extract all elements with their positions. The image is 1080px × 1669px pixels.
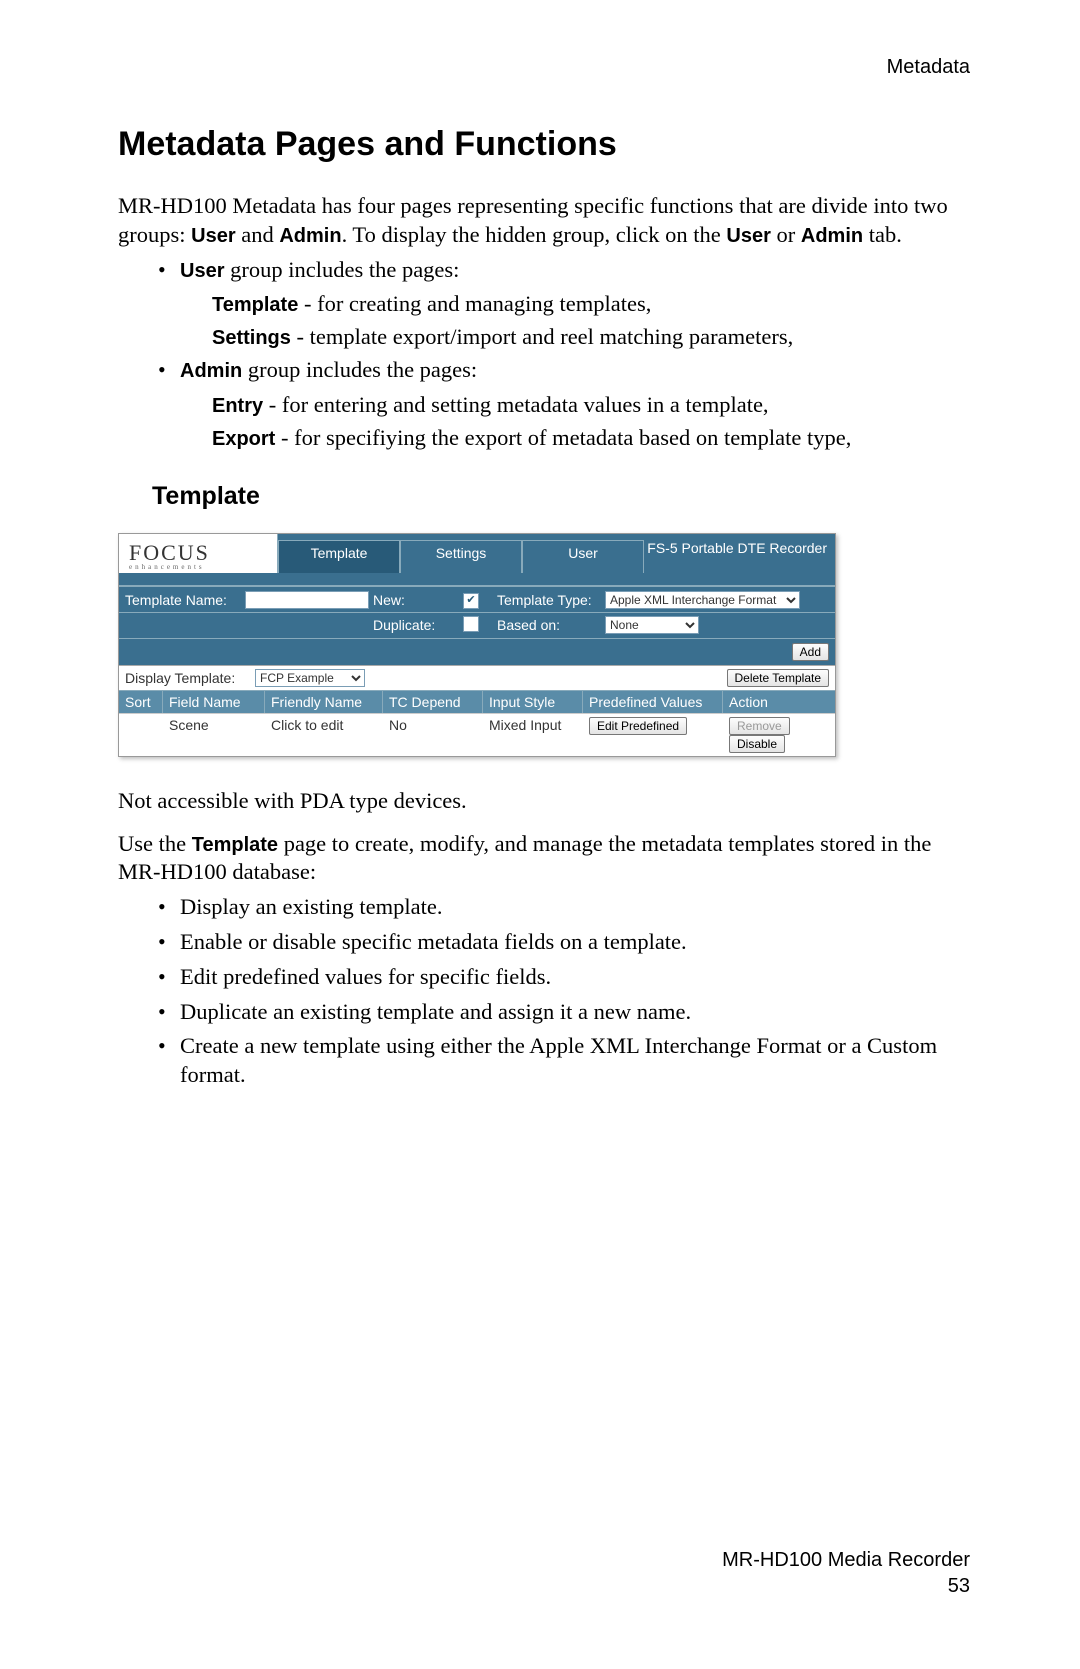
select-based-on[interactable]: None	[605, 616, 699, 634]
label-template-name: Template Name:	[125, 592, 245, 608]
footer-title: MR-HD100 Media Recorder	[722, 1547, 970, 1573]
edit-predefined-button[interactable]: Edit Predefined	[589, 717, 687, 735]
cell-action: Remove Disable	[723, 714, 835, 756]
sub-bold: Entry	[212, 395, 263, 417]
intro-bold-user-2: User	[726, 225, 770, 247]
col-tc-depend: TC Depend	[383, 691, 483, 713]
col-action: Action	[723, 691, 835, 713]
cell-predefined: Edit Predefined	[583, 714, 723, 756]
sub-text: - template export/import and reel matchi…	[291, 324, 793, 349]
list-item: Display an existing template.	[180, 893, 970, 922]
tab-template[interactable]: Template	[278, 540, 400, 573]
para-text: Use the	[118, 831, 192, 856]
para-bold: Template	[192, 834, 278, 856]
col-field-name: Field Name	[163, 691, 265, 713]
sub-bold: Template	[212, 294, 298, 316]
disable-button[interactable]: Disable	[729, 735, 785, 753]
focus-logo: FOCUS enhancements	[119, 534, 278, 573]
input-template-name[interactable]	[245, 591, 369, 609]
bullet-bold: User	[180, 260, 224, 282]
cell-friendly-name[interactable]: Click to edit	[265, 714, 383, 756]
bullet-bold: Admin	[180, 360, 242, 382]
list-item: Enable or disable specific metadata fiel…	[180, 928, 970, 957]
sub-entry: Entry - for entering and setting metadat…	[212, 391, 970, 420]
logo-text: FOCUS	[129, 540, 210, 565]
bullet-admin-group: Admin group includes the pages:	[180, 356, 970, 385]
checkbox-new[interactable]: ✔	[463, 593, 479, 609]
intro-text: and	[236, 222, 280, 247]
list-item: Create a new template using either the A…	[180, 1032, 970, 1090]
table-header: Sort Field Name Friendly Name TC Depend …	[119, 690, 835, 713]
list-item: Edit predefined values for specific fiel…	[180, 963, 970, 992]
tab-settings[interactable]: Settings	[400, 540, 522, 573]
note-pda: Not accessible with PDA type devices.	[118, 787, 970, 816]
intro-bold-admin-2: Admin	[801, 225, 863, 247]
sub-export: Export - for specifiying the export of m…	[212, 424, 970, 453]
col-predefined: Predefined Values	[583, 691, 723, 713]
col-sort: Sort	[119, 691, 163, 713]
cell-input-style: Mixed Input	[483, 714, 583, 756]
cell-tc-depend: No	[383, 714, 483, 756]
sub-text: - for creating and managing templates,	[298, 291, 651, 316]
sub-text: - for specifiying the export of metadata…	[275, 425, 851, 450]
intro-bold-admin: Admin	[279, 225, 341, 247]
intro-text: . To display the hidden group, click on …	[342, 222, 727, 247]
template-ui-screenshot: FOCUS enhancements Template Settings Use…	[118, 533, 836, 757]
device-label: FS-5 Portable DTE Recorder	[644, 534, 835, 573]
cell-field-name: Scene	[163, 714, 265, 756]
col-input-style: Input Style	[483, 691, 583, 713]
add-button[interactable]: Add	[792, 643, 829, 661]
subsection-title: Template	[152, 482, 970, 511]
footer-page-number: 53	[722, 1573, 970, 1599]
page-footer: MR-HD100 Media Recorder 53	[722, 1547, 970, 1599]
intro-text: or	[771, 222, 801, 247]
sub-settings: Settings - template export/import and re…	[212, 323, 970, 352]
bullet-text: group includes the pages:	[224, 257, 459, 282]
label-new: New:	[373, 592, 463, 608]
table-row: Scene Click to edit No Mixed Input Edit …	[119, 713, 835, 756]
label-template-type: Template Type:	[497, 592, 605, 608]
delete-template-button[interactable]: Delete Template	[727, 669, 830, 687]
tab-user[interactable]: User	[522, 540, 644, 573]
bullet-text: group includes the pages:	[242, 357, 477, 382]
sub-bold: Settings	[212, 327, 291, 349]
header-category: Metadata	[887, 56, 970, 79]
cell-sort[interactable]	[119, 714, 163, 756]
label-based-on: Based on:	[497, 617, 605, 633]
label-duplicate: Duplicate:	[373, 617, 463, 633]
sub-template: Template - for creating and managing tem…	[212, 290, 970, 319]
sub-text: - for entering and setting metadata valu…	[263, 392, 768, 417]
col-friendly-name: Friendly Name	[265, 691, 383, 713]
select-display-template[interactable]: FCP Example	[255, 669, 365, 687]
intro-text: tab.	[863, 222, 902, 247]
page-title: Metadata Pages and Functions	[118, 125, 970, 164]
intro-paragraph: MR-HD100 Metadata has four pages represe…	[118, 192, 970, 250]
bullet-user-group: User group includes the pages:	[180, 256, 970, 285]
intro-bold-user: User	[191, 225, 235, 247]
checkbox-duplicate[interactable]	[463, 616, 479, 632]
select-template-type[interactable]: Apple XML Interchange Format	[605, 591, 800, 609]
template-usage-para: Use the Template page to create, modify,…	[118, 830, 970, 888]
remove-button[interactable]: Remove	[729, 717, 790, 735]
label-display-template: Display Template:	[125, 670, 255, 686]
sub-bold: Export	[212, 428, 275, 450]
logo-tagline: enhancements	[129, 564, 277, 571]
list-item: Duplicate an existing template and assig…	[180, 998, 970, 1027]
